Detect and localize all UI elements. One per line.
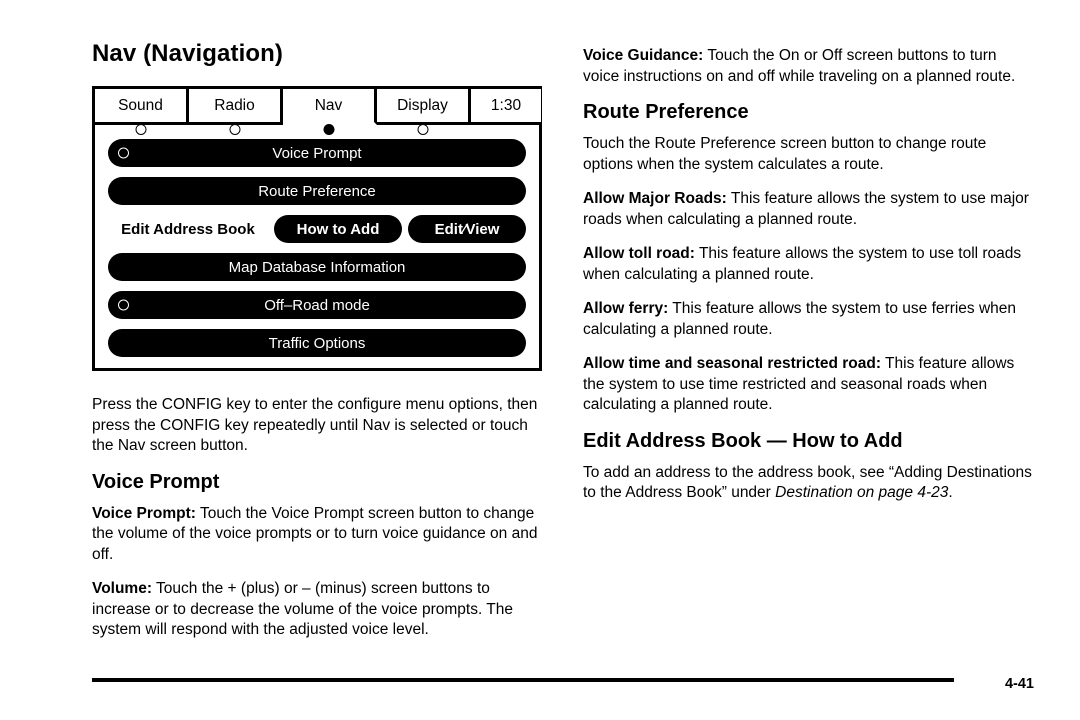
tab-display-label: Display — [397, 96, 448, 114]
edit-address-book-body-2: . — [948, 484, 953, 501]
tab-sound-label: Sound — [118, 96, 163, 114]
allow-toll-road-lead: Allow toll road: — [583, 245, 695, 262]
how-to-add-button[interactable]: How to Add — [274, 215, 402, 243]
tab-nav-indicator-icon — [323, 124, 334, 135]
voice-guidance-paragraph: Voice Guidance: Touch the On or Off scre… — [583, 46, 1035, 87]
nav-screen-illustration: Sound Radio Nav Display 1:30 Voice Promp… — [92, 86, 542, 371]
traffic-options-button[interactable]: Traffic Options — [108, 329, 526, 357]
tab-nav[interactable]: Nav — [283, 89, 377, 135]
edit-view-button[interactable]: Edit∕View — [408, 215, 526, 243]
tab-radio[interactable]: Radio — [189, 89, 283, 135]
tab-display[interactable]: Display — [377, 89, 471, 135]
left-column: Nav (Navigation) Sound Radio Nav Display — [92, 40, 544, 655]
allow-time-seasonal-paragraph: Allow time and seasonal restricted road:… — [583, 354, 1035, 416]
footer-rule — [92, 678, 954, 682]
map-database-information-button[interactable]: Map Database Information — [108, 253, 526, 281]
voice-prompt-heading: Voice Prompt — [92, 470, 220, 493]
page-title: Nav (Navigation) — [92, 40, 283, 67]
tab-sound[interactable]: Sound — [95, 89, 189, 135]
tab-sound-indicator-icon — [135, 124, 146, 135]
allow-major-roads-lead: Allow Major Roads: — [583, 190, 727, 207]
voice-prompt-lead: Voice Prompt: — [92, 504, 196, 522]
allow-ferry-paragraph: Allow ferry: This feature allows the sys… — [583, 299, 1035, 340]
map-database-information-button-label: Map Database Information — [228, 258, 406, 276]
allow-major-roads-paragraph: Allow Major Roads: This feature allows t… — [583, 189, 1035, 230]
tab-radio-indicator-icon — [229, 124, 240, 135]
voice-prompt-button[interactable]: Voice Prompt — [108, 139, 526, 167]
off-road-mode-button-label: Off–Road mode — [264, 296, 370, 314]
volume-body: Touch the + (plus) or – (minus) screen b… — [92, 580, 514, 638]
clock-label: 1:30 — [490, 96, 522, 114]
intro-paragraph: Press the CONFIG key to enter the config… — [92, 396, 538, 454]
screen-body: Voice Prompt Route Preference Edit Addre… — [95, 125, 539, 377]
voice-prompt-paragraph: Voice Prompt: Touch the Voice Prompt scr… — [92, 504, 544, 566]
tab-display-indicator-icon — [417, 124, 428, 135]
voice-guidance-lead: Voice Guidance: — [583, 47, 704, 64]
screen-tab-row: Sound Radio Nav Display 1:30 — [95, 89, 541, 135]
voice-prompt-button-label: Voice Prompt — [272, 144, 362, 162]
right-column: Voice Guidance: Touch the On or Off scre… — [583, 46, 1035, 518]
volume-paragraph: Volume: Touch the + (plus) or – (minus) … — [92, 579, 544, 641]
manual-page: Nav (Navigation) Sound Radio Nav Display — [0, 0, 1080, 720]
edit-address-book-row: Edit Address Book How to Add Edit∕View — [108, 215, 526, 243]
clock-display: 1:30 — [471, 89, 541, 122]
volume-lead: Volume: — [92, 580, 152, 597]
edit-view-button-label: Edit∕View — [434, 220, 500, 238]
allow-toll-road-paragraph: Allow toll road: This feature allows the… — [583, 244, 1035, 285]
route-preference-heading: Route Preference — [583, 101, 749, 123]
page-number: 4-41 — [1004, 676, 1034, 692]
how-to-add-button-label: How to Add — [296, 220, 380, 238]
allow-ferry-lead: Allow ferry: — [583, 300, 669, 317]
tab-radio-label: Radio — [214, 96, 255, 114]
route-preference-paragraph: Touch the Route Preference screen button… — [583, 135, 987, 173]
route-preference-button-label: Route Preference — [258, 182, 376, 200]
traffic-options-button-label: Traffic Options — [268, 334, 366, 352]
edit-address-book-heading: Edit Address Book — How to Add — [583, 429, 903, 452]
allow-time-seasonal-lead: Allow time and seasonal restricted road: — [583, 355, 882, 372]
edit-address-book-reference: Destination on page 4-23 — [775, 484, 949, 501]
route-preference-button[interactable]: Route Preference — [108, 177, 526, 205]
off-road-mode-button[interactable]: Off–Road mode — [108, 291, 526, 319]
edit-address-book-paragraph: To add an address to the address book, s… — [583, 463, 1035, 504]
tab-nav-label: Nav — [314, 96, 343, 114]
edit-address-book-label: Edit Address Book — [121, 220, 255, 238]
